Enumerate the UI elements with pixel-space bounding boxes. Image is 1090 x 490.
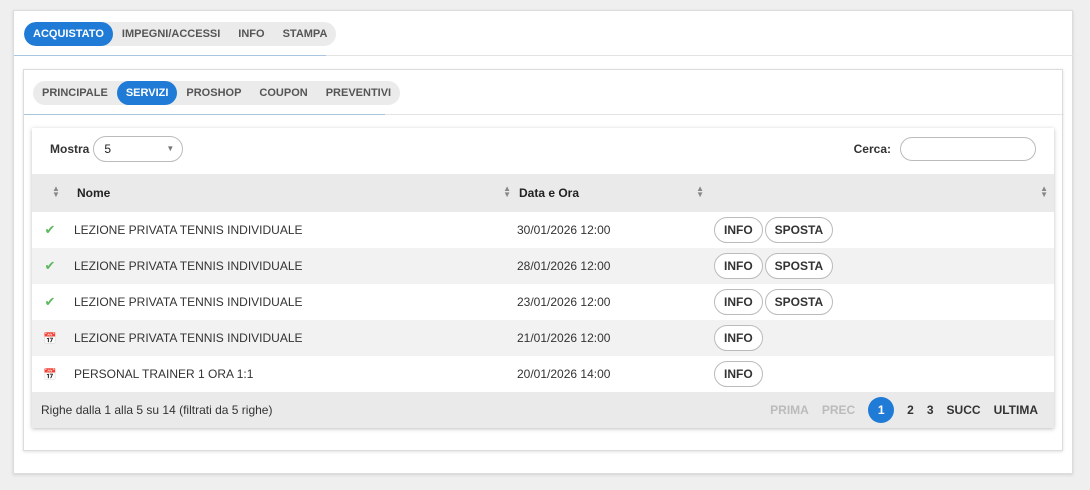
- page-size-value: 5: [104, 142, 112, 156]
- info-button[interactable]: INFO: [714, 217, 763, 243]
- sort-icon: ▲ ▼: [696, 184, 704, 199]
- service-datetime: 23/01/2026 12:00: [517, 284, 710, 320]
- sub-tab-bar: PRINCIPALE SERVIZI PROSHOP COUPON PREVENTIVI: [33, 81, 401, 105]
- column-header-status[interactable]: ▲ ▼: [32, 174, 74, 212]
- tab-proshop[interactable]: PROSHOP: [177, 81, 250, 105]
- divider: [385, 114, 1064, 115]
- table-footer: Righe dalla 1 alla 5 su 14 (filtrati da …: [32, 392, 1054, 428]
- search-input[interactable]: [900, 137, 1036, 161]
- sort-icon: ▲ ▼: [1040, 184, 1048, 199]
- service-name: LEZIONE PRIVATA TENNIS INDIVIDUALE: [74, 212, 517, 248]
- tab-underline: [14, 55, 326, 56]
- tab-servizi[interactable]: SERVIZI: [116, 81, 178, 105]
- main-panel: ACQUISTATO IMPEGNI/ACCESSI INFO STAMPA PRIN…: [13, 10, 1074, 474]
- page-size-select[interactable]: 5 ▼: [93, 136, 184, 162]
- tab-stampa[interactable]: STAMPA: [274, 22, 337, 46]
- page-numbers: 123: [855, 397, 934, 423]
- column-header-data[interactable]: Data e Ora ▲ ▼: [517, 174, 710, 212]
- subtab-underline: [24, 114, 385, 115]
- tab-impegni-accessi[interactable]: IMPEGNI/ACCESSI: [113, 22, 229, 46]
- tab-principale[interactable]: PRINCIPALE: [33, 81, 117, 105]
- check-icon: ✔: [44, 222, 56, 237]
- calendar-icon: 📅: [43, 333, 57, 345]
- status-cell: 📅: [32, 356, 74, 392]
- column-header-actions[interactable]: ▲ ▼: [710, 174, 1054, 212]
- actions-cell: INFO: [710, 356, 1054, 392]
- service-datetime: 21/01/2026 12:00: [517, 320, 710, 356]
- sort-icon: ▲ ▼: [52, 184, 60, 199]
- actions-cell: INFO SPOSTA: [710, 284, 1054, 320]
- pagination: PRIMA PREC 123 SUCC ULTIMA: [757, 392, 1038, 428]
- services-panel: PRINCIPALE SERVIZI PROSHOP COUPON PREVENTIVI…: [23, 69, 1064, 451]
- tab-preventivi[interactable]: PREVENTIVI: [317, 81, 400, 105]
- table-row: 📅 LEZIONE PRIVATA TENNIS INDIVIDUALE 21/01…: [32, 320, 1054, 356]
- tab-acquistato[interactable]: ACQUISTATO: [24, 22, 113, 46]
- info-button[interactable]: INFO: [714, 253, 763, 279]
- info-button[interactable]: INFO: [714, 325, 763, 351]
- page-2-button[interactable]: 2: [907, 403, 914, 417]
- rows-info: Righe dalla 1 alla 5 su 14 (filtrati da …: [41, 403, 273, 417]
- divider: [326, 55, 1074, 56]
- service-datetime: 30/01/2026 12:00: [517, 212, 710, 248]
- last-page-button[interactable]: ULTIMA: [994, 403, 1038, 417]
- services-table-box: Mostra 5 ▼ Cerca: ▲ ▼ Nome ▲ ▼ Data e Or…: [32, 128, 1054, 428]
- service-datetime: 28/01/2026 12:00: [517, 248, 710, 284]
- page-1-button[interactable]: 1: [868, 397, 895, 423]
- service-name: PERSONAL TRAINER 1 ORA 1:1: [74, 356, 517, 392]
- services-table: ▲ ▼ Nome ▲ ▼ Data e Ora ▲ ▼ ▲ ▼ ✔ LEZION…: [32, 174, 1054, 392]
- table-header-row: ▲ ▼ Nome ▲ ▼ Data e Ora ▲ ▼ ▲ ▼: [32, 174, 1054, 212]
- sort-icon: ▲ ▼: [503, 184, 511, 199]
- page-3-button[interactable]: 3: [927, 403, 934, 417]
- chevron-down-icon: ▼: [166, 144, 175, 153]
- service-name: LEZIONE PRIVATA TENNIS INDIVIDUALE: [74, 248, 517, 284]
- sposta-button[interactable]: SPOSTA: [764, 253, 834, 279]
- table-row: ✔ LEZIONE PRIVATA TENNIS INDIVIDUALE 30/01…: [32, 212, 1054, 248]
- status-cell: ✔: [32, 212, 74, 248]
- table-row: ✔ LEZIONE PRIVATA TENNIS INDIVIDUALE 28/01…: [32, 248, 1054, 284]
- top-tab-bar: ACQUISTATO IMPEGNI/ACCESSI INFO STAMPA: [24, 22, 337, 46]
- check-icon: ✔: [44, 294, 56, 309]
- page-size-control: Mostra 5 ▼: [50, 136, 184, 162]
- actions-cell: INFO: [710, 320, 1054, 356]
- service-name: LEZIONE PRIVATA TENNIS INDIVIDUALE: [74, 284, 517, 320]
- check-icon: ✔: [44, 258, 56, 273]
- tab-info[interactable]: INFO: [229, 22, 273, 46]
- status-cell: ✔: [32, 284, 74, 320]
- status-cell: 📅: [32, 320, 74, 356]
- info-button[interactable]: INFO: [714, 361, 763, 387]
- actions-cell: INFO SPOSTA: [710, 212, 1054, 248]
- search-control: Cerca:: [854, 137, 1036, 161]
- cerca-label: Cerca:: [853, 142, 891, 156]
- actions-cell: INFO SPOSTA: [710, 248, 1054, 284]
- column-header-nome[interactable]: Nome ▲ ▼: [74, 174, 517, 212]
- table-row: 📅 PERSONAL TRAINER 1 ORA 1:1 20/01/2026 14…: [32, 356, 1054, 392]
- sposta-button[interactable]: SPOSTA: [764, 217, 834, 243]
- tab-coupon[interactable]: COUPON: [250, 81, 316, 105]
- status-cell: ✔: [32, 248, 74, 284]
- calendar-icon: 📅: [43, 369, 57, 381]
- column-header-label: Data e Ora: [519, 186, 580, 200]
- sposta-button[interactable]: SPOSTA: [764, 289, 834, 315]
- info-button[interactable]: INFO: [714, 289, 763, 315]
- service-datetime: 20/01/2026 14:00: [517, 356, 710, 392]
- mostra-label: Mostra: [50, 142, 90, 156]
- service-name: LEZIONE PRIVATA TENNIS INDIVIDUALE: [74, 320, 517, 356]
- column-header-label: Nome: [77, 186, 111, 200]
- prev-page-button[interactable]: PREC: [822, 403, 855, 417]
- table-row: ✔ LEZIONE PRIVATA TENNIS INDIVIDUALE 23/01…: [32, 284, 1054, 320]
- first-page-button[interactable]: PRIMA: [770, 403, 809, 417]
- next-page-button[interactable]: SUCC: [947, 403, 981, 417]
